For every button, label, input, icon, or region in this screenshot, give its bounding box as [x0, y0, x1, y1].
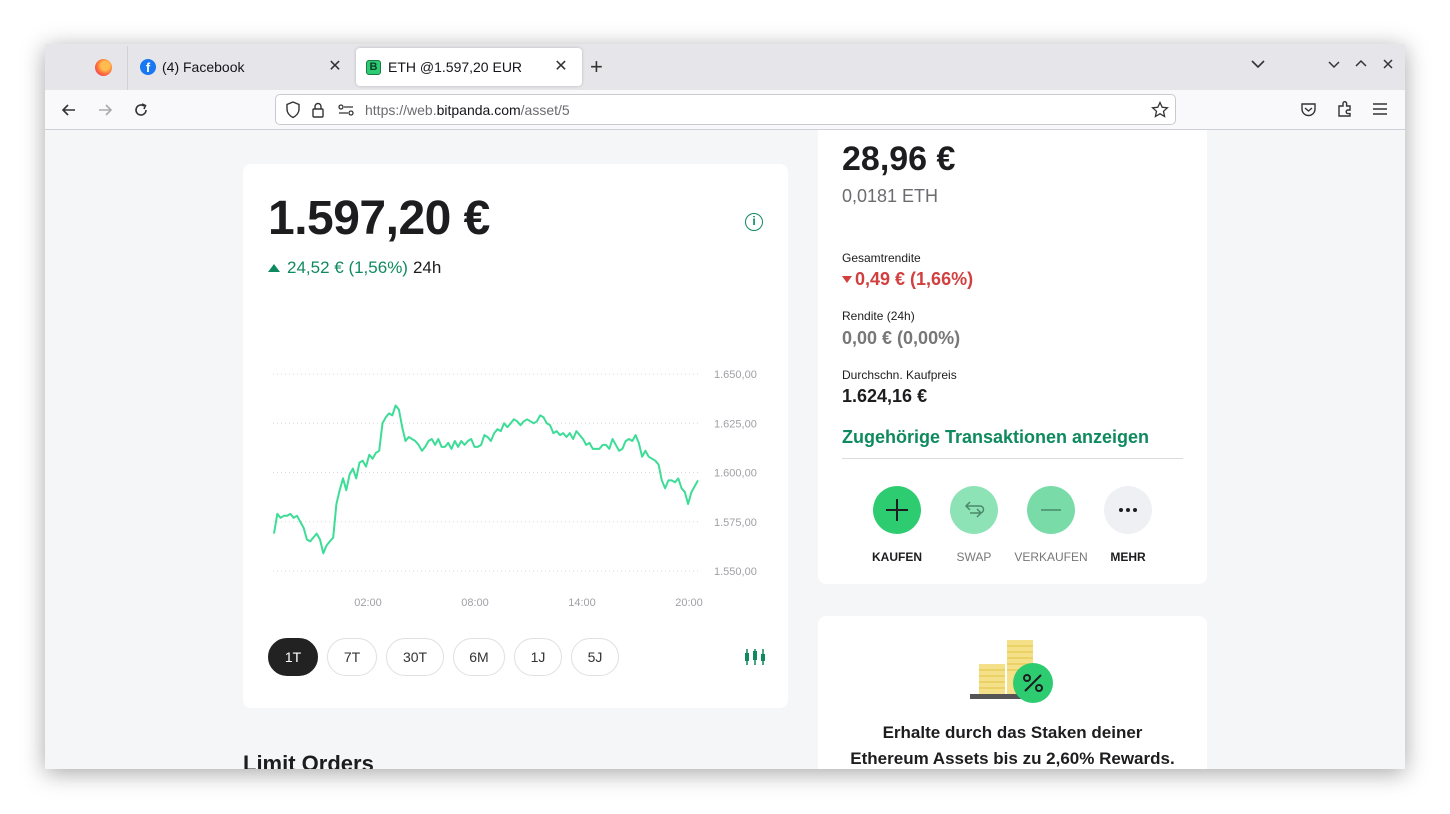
lock-icon[interactable]: [311, 101, 325, 119]
close-icon[interactable]: ✕: [552, 58, 570, 76]
y-tick-label: 1.575,00: [714, 517, 757, 529]
swap-icon: [950, 486, 998, 534]
more-dots-icon: [1104, 486, 1152, 534]
back-arrow-icon: [61, 104, 75, 116]
bookmark-star-icon[interactable]: [1151, 101, 1169, 119]
candlestick-icon[interactable]: [744, 648, 766, 666]
timeframe-selector: 1T 7T 30T 6M 1J 5J: [268, 638, 619, 676]
pocket-icon[interactable]: [1300, 101, 1317, 118]
buy-button[interactable]: KAUFEN: [857, 486, 937, 564]
y-tick-label: 1.650,00: [714, 369, 757, 381]
menu-icon[interactable]: [1372, 102, 1388, 116]
browser-window: f (4) Facebook ✕ B ETH @1.597,20 EUR ✕ +: [45, 44, 1405, 769]
timeframe-button-30t[interactable]: 30T: [386, 638, 444, 676]
new-tab-button[interactable]: +: [590, 56, 603, 78]
divider: [842, 458, 1183, 459]
plus-icon: [873, 486, 921, 534]
shield-icon[interactable]: [285, 101, 301, 119]
holding-amount: 0,0181 ETH: [842, 186, 939, 206]
facebook-icon: f: [140, 59, 156, 75]
page-content: 1.597,20 € 24,52 € (1,56%) 24h i 1.650,0…: [45, 130, 1405, 769]
limit-orders-heading: Limit Orders: [243, 751, 374, 769]
swap-button[interactable]: SWAP: [934, 486, 1014, 564]
reload-button[interactable]: [130, 99, 152, 121]
x-tick-label: 08:00: [461, 597, 489, 609]
url-path: /asset/5: [520, 102, 570, 118]
forward-arrow-icon: [99, 104, 113, 116]
url-text[interactable]: https://web.bitpanda.com/asset/5: [365, 102, 570, 118]
total-return-value: 0,49 € (1,66%): [855, 269, 974, 289]
navigation-bar: https://web.bitpanda.com/asset/5: [45, 90, 1405, 130]
total-return-label: Gesamtrendite: [842, 251, 921, 265]
total-return-row: 0,49 € (1,66%): [842, 269, 973, 290]
return-24h-value: 0,00 € (0,00%): [842, 328, 961, 348]
more-label: MEHR: [1110, 550, 1146, 564]
url-bar[interactable]: https://web.bitpanda.com/asset/5: [275, 94, 1176, 125]
timeframe-button-7t[interactable]: 7T: [327, 638, 377, 676]
return-24h-label: Rendite (24h): [842, 309, 915, 323]
x-tick-label: 20:00: [675, 597, 703, 609]
staking-text: Erhalte durch das Staken deiner Ethereum…: [818, 720, 1207, 769]
sell-label: VERKAUFEN: [1014, 550, 1088, 564]
price-change: 24,52 € (1,56%): [287, 258, 408, 277]
sell-button[interactable]: VERKAUFEN: [1011, 486, 1091, 564]
arrow-down-icon: [842, 276, 852, 283]
y-tick-label: 1.550,00: [714, 566, 757, 578]
holding-value: 28,96 €: [842, 140, 956, 178]
holdings-card: 28,96 € 0,0181 ETH Gesamtrendite 0,49 € …: [818, 130, 1207, 584]
price-change-period: 24h: [412, 258, 442, 277]
tab-strip: f (4) Facebook ✕ B ETH @1.597,20 EUR ✕ +: [45, 44, 1405, 90]
info-icon[interactable]: i: [745, 213, 763, 231]
staking-promo-card[interactable]: Erhalte durch das Staken deiner Ethereum…: [818, 616, 1207, 769]
y-tick-label: 1.625,00: [714, 418, 757, 430]
close-icon[interactable]: ✕: [326, 58, 344, 76]
bitpanda-icon: B: [366, 59, 381, 75]
url-domain: bitpanda.com: [436, 102, 521, 118]
staking-text-line-2: Ethereum Assets bis zu 2,60% Rewards.: [850, 749, 1175, 768]
swap-label: SWAP: [956, 550, 992, 564]
buy-label: KAUFEN: [872, 550, 922, 564]
x-tick-label: 02:00: [354, 597, 382, 609]
minimize-icon[interactable]: [1327, 58, 1341, 70]
tab-facebook[interactable]: f (4) Facebook ✕: [130, 48, 356, 86]
tab-title: (4) Facebook: [162, 59, 245, 75]
arrow-up-icon: [268, 264, 280, 272]
timeframe-button-1t[interactable]: 1T: [268, 638, 318, 676]
avg-price-label: Durchschn. Kaufpreis: [842, 368, 957, 382]
price-series-line: [273, 404, 699, 555]
avg-price-value: 1.624,16 €: [842, 386, 928, 406]
coins-stack-icon: [970, 640, 1053, 703]
tab-title: ETH @1.597,20 EUR: [388, 59, 523, 75]
minus-icon: [1027, 486, 1075, 534]
firefox-icon[interactable]: [95, 59, 112, 76]
x-tick-label: 14:00: [568, 597, 596, 609]
timeframe-button-1j[interactable]: 1J: [514, 638, 562, 676]
price-change-row: 24,52 € (1,56%) 24h: [268, 258, 441, 278]
more-button[interactable]: MEHR: [1088, 486, 1168, 564]
extensions-icon[interactable]: [1336, 100, 1354, 118]
tab-separator: [127, 46, 128, 90]
back-button[interactable]: [58, 99, 80, 121]
tab-eth[interactable]: B ETH @1.597,20 EUR ✕: [356, 48, 582, 86]
staking-text-line-1: Erhalte durch das Staken deiner: [882, 723, 1143, 742]
permissions-icon[interactable]: [338, 104, 354, 116]
y-tick-label: 1.600,00: [714, 468, 757, 480]
maximize-icon[interactable]: [1354, 58, 1368, 70]
current-price: 1.597,20 €: [268, 192, 490, 245]
tab-list-icon[interactable]: [1250, 58, 1266, 70]
reload-icon: [135, 103, 147, 116]
url-prefix: https://web.: [365, 102, 437, 118]
timeframe-button-6m[interactable]: 6M: [453, 638, 505, 676]
forward-button[interactable]: [94, 99, 116, 121]
price-line-chart[interactable]: 1.650,00 1.625,00 1.600,00 1.575,00 1.550,00…: [243, 344, 788, 614]
price-chart-card: 1.597,20 € 24,52 € (1,56%) 24h i 1.650,0…: [243, 164, 788, 708]
transactions-link[interactable]: Zugehörige Transaktionen anzeigen: [842, 427, 1149, 448]
timeframe-button-5j[interactable]: 5J: [571, 638, 619, 676]
window-close-icon[interactable]: [1381, 58, 1395, 70]
